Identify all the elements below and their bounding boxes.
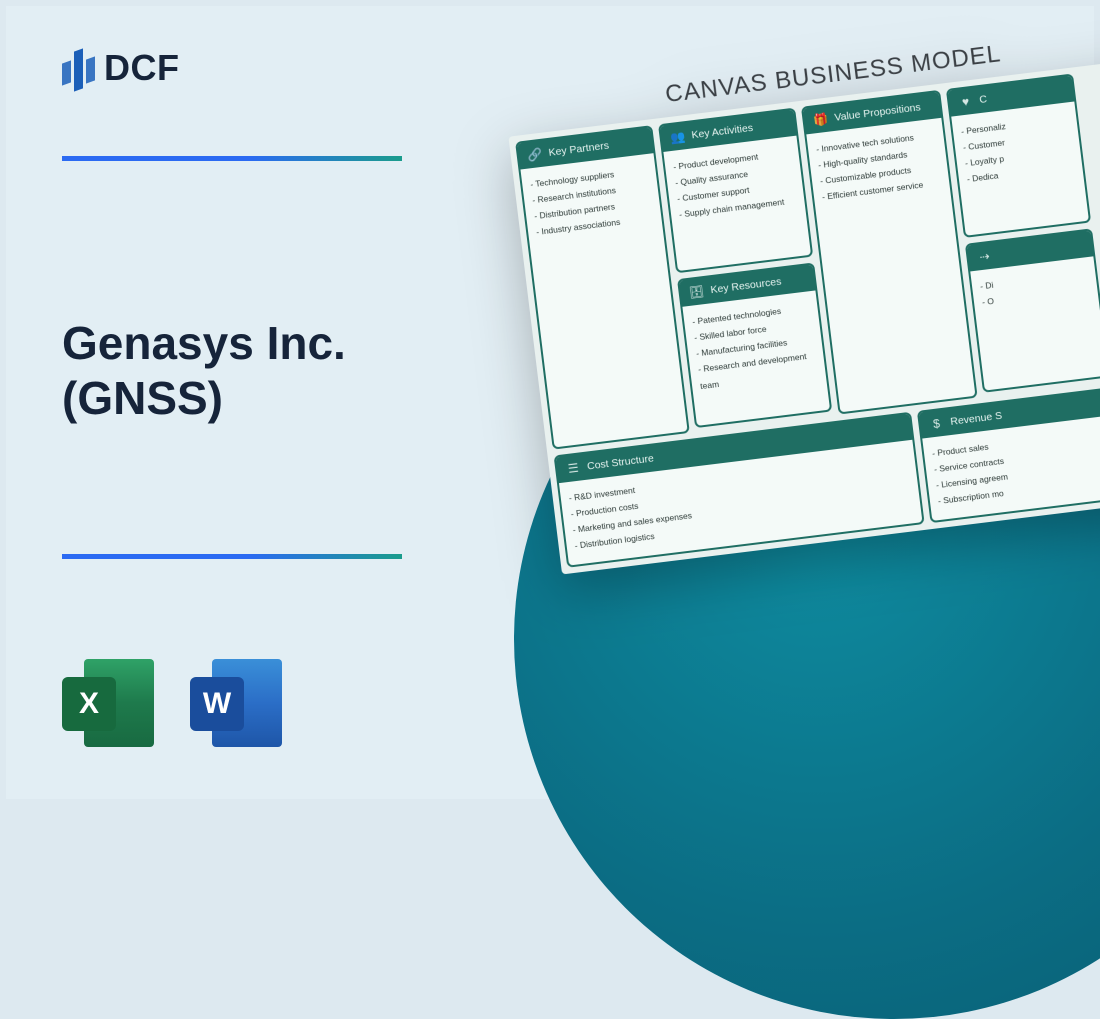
title-line-1: Genasys Inc. — [62, 316, 346, 371]
card-label: Value Propositions — [834, 101, 922, 123]
divider-top — [62, 156, 402, 161]
sliders-icon: ☰ — [564, 459, 582, 477]
card-label: Cost Structure — [586, 452, 654, 472]
card-label: Revenue S — [950, 410, 1003, 428]
card-key-resources: 🗄 Key Resources Patented technologies Sk… — [677, 262, 832, 428]
card-customer-relationships: ♥ C Personaliz Customer Loyalty p Dedica — [946, 73, 1091, 237]
logo-text: DCF — [104, 47, 180, 89]
activity-icon: 👥 — [669, 128, 687, 146]
database-icon: 🗄 — [688, 283, 706, 301]
link-icon: 🔗 — [526, 146, 544, 164]
heart-icon: ♥ — [957, 93, 975, 111]
word-icon: W — [190, 655, 290, 751]
card-partial-channels: ⇢ Di O — [965, 228, 1100, 392]
card-key-activities: 👥 Key Activities Product development Qua… — [658, 108, 813, 274]
title-line-2: (GNSS) — [62, 371, 346, 426]
card-label: Key Activities — [691, 122, 754, 141]
page-frame: DCF Genasys Inc. (GNSS) X W CANVAS BUSIN… — [6, 6, 1094, 799]
card-label: Key Resources — [710, 276, 782, 297]
business-model-canvas: 🔗 Key Partners Technology suppliers Rese… — [508, 56, 1100, 574]
truck-icon: ⇢ — [976, 248, 994, 266]
card-label: C — [979, 93, 988, 106]
divider-bottom — [62, 554, 402, 559]
logo-mark-icon — [62, 44, 96, 92]
page-title: Genasys Inc. (GNSS) — [62, 316, 346, 426]
card-label: Key Partners — [548, 140, 610, 159]
file-format-icons: X W — [62, 655, 290, 751]
gift-icon: 🎁 — [812, 111, 830, 129]
excel-icon: X — [62, 655, 162, 751]
word-badge: W — [190, 677, 244, 731]
excel-badge: X — [62, 677, 116, 731]
money-icon: $ — [928, 415, 946, 433]
brand-logo: DCF — [62, 44, 180, 92]
canvas-preview: CANVAS BUSINESS MODEL 🔗 Key Partners Tec… — [504, 21, 1100, 574]
